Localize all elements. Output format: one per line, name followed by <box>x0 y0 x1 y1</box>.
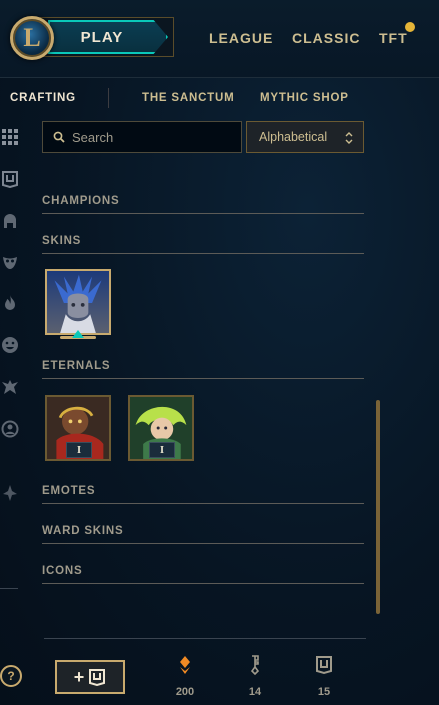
tab-the-sanctum[interactable]: THE SANCTUM <box>142 92 235 104</box>
sort-selected: Alphabetical <box>259 130 328 144</box>
play-button[interactable]: PLAY <box>48 20 168 54</box>
help-button[interactable]: ? <box>0 665 22 687</box>
section-emotes[interactable]: EMOTES <box>42 485 95 497</box>
skin-art <box>47 271 109 333</box>
ward-icon[interactable] <box>1 378 19 396</box>
scrollbar-thumb[interactable] <box>376 400 380 614</box>
selection-indicator-arrow <box>72 330 84 338</box>
chests-value: 15 <box>317 686 331 698</box>
section-divider <box>42 503 364 504</box>
essence-value: 200 <box>175 686 195 698</box>
grid-icon[interactable] <box>1 128 19 146</box>
category-rail <box>0 122 22 622</box>
section-divider <box>42 378 364 379</box>
search-input[interactable] <box>72 129 232 145</box>
add-plus-label: + <box>73 666 85 687</box>
chest-icon <box>316 656 332 675</box>
footer-divider <box>44 638 366 639</box>
play-label: PLAY <box>80 28 124 46</box>
crest-icon[interactable] <box>1 484 19 502</box>
fire-icon[interactable] <box>1 294 19 312</box>
currency-keys: 14 <box>235 655 275 698</box>
tab-crafting[interactable]: CRAFTING <box>10 92 76 104</box>
chevron-updown-icon <box>345 132 353 144</box>
section-ward-skins[interactable]: WARD SKINS <box>42 525 123 537</box>
nav-tft[interactable]: TFT <box>379 30 408 46</box>
nav-classic[interactable]: CLASSIC <box>292 30 360 46</box>
search-box[interactable] <box>42 121 242 153</box>
keys-value: 14 <box>248 686 262 698</box>
rail-divider <box>0 588 18 589</box>
section-divider <box>42 213 364 214</box>
currency-essence: 200 <box>165 655 205 698</box>
currency-chests: 15 <box>304 655 344 698</box>
emote-icon[interactable] <box>1 336 19 354</box>
sort-dropdown[interactable]: Alphabetical <box>246 121 364 153</box>
eternal-rank-badge: I <box>149 442 175 458</box>
nav-league[interactable]: LEAGUE <box>209 30 273 46</box>
eternal-loot-tile[interactable]: I <box>128 395 194 461</box>
top-bar: PLAY L LEAGUE CLASSIC TFT <box>0 0 439 78</box>
chest-icon <box>89 669 106 686</box>
key-icon <box>250 655 260 675</box>
skin-loot-tile[interactable] <box>45 269 111 335</box>
league-logo[interactable]: L <box>10 16 54 60</box>
profile-icon[interactable] <box>1 420 19 438</box>
chest-icon[interactable] <box>1 170 19 188</box>
loot-subnav: CRAFTING THE SANCTUM MYTHIC SHOP <box>0 88 439 112</box>
section-skins[interactable]: SKINS <box>42 235 81 247</box>
section-icons[interactable]: ICONS <box>42 565 82 577</box>
search-icon <box>53 131 65 143</box>
notification-dot <box>405 22 415 32</box>
section-eternals[interactable]: ETERNALS <box>42 360 110 372</box>
tab-mythic-shop[interactable]: MYTHIC SHOP <box>260 92 349 104</box>
helmet-icon[interactable] <box>1 212 19 230</box>
mask-icon[interactable] <box>1 254 19 272</box>
eternal-loot-tile[interactable]: I <box>45 395 111 461</box>
essence-icon <box>180 656 190 674</box>
add-chest-button[interactable]: + <box>55 660 125 694</box>
eternal-rank-badge: I <box>66 442 92 458</box>
section-divider <box>42 583 364 584</box>
section-champions[interactable]: CHAMPIONS <box>42 195 119 207</box>
section-divider <box>42 543 364 544</box>
subnav-divider <box>108 88 109 108</box>
section-divider <box>42 253 364 254</box>
